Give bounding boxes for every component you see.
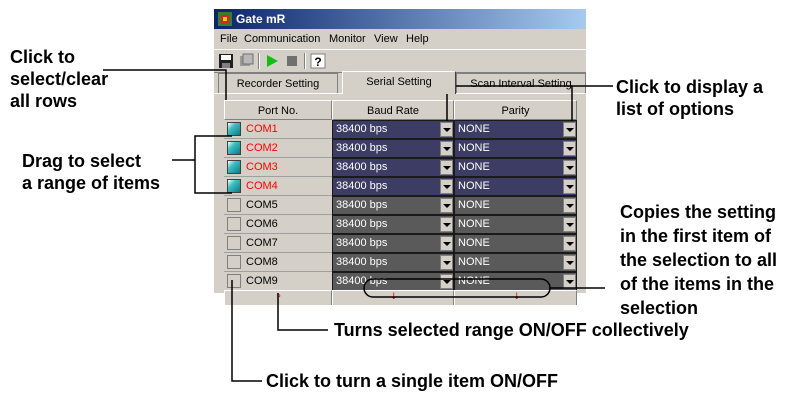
callout-turns-range: Turns selected range ON/OFF collectively — [334, 320, 689, 340]
callout-drag-range: Drag to select a range of items — [22, 150, 160, 194]
callout-line-turns-range — [277, 293, 328, 331]
callout-text-line: select/clear — [10, 69, 109, 89]
callout-line-display-list — [571, 85, 613, 121]
callout-copies: Copies the setting in the first item of … — [620, 200, 777, 320]
callout-display-list: Click to display a list of options — [616, 76, 763, 120]
callout-text-line: in the first item of — [620, 226, 772, 246]
callout-text-line: of the items in the — [620, 274, 775, 294]
tab-serial-setting[interactable]: Serial Setting — [342, 71, 456, 94]
callout-line-display-list-2 — [446, 85, 572, 121]
callout-text-line: Copies the setting — [620, 202, 777, 222]
callout-text-line: Drag to select — [22, 151, 142, 171]
callout-text-line: a range of items — [22, 173, 161, 193]
callout-line-select-all — [103, 69, 227, 100]
callout-bracket-drag — [194, 135, 232, 194]
callout-select-all: Click to select/clear all rows — [10, 46, 108, 112]
callout-single-item: Click to turn a single item ON/OFF — [266, 371, 559, 391]
callout-text-line: all rows — [10, 91, 78, 111]
callout-text-line: Click to display a — [616, 77, 764, 97]
callout-oval-copy — [363, 278, 551, 298]
callout-text-line: selection — [620, 298, 699, 318]
callout-text-line: the selection to all — [620, 250, 778, 270]
callout-line-single-item — [231, 280, 262, 382]
callout-text-line: Click to — [10, 47, 76, 67]
callout-text-line: list of options — [616, 99, 734, 119]
